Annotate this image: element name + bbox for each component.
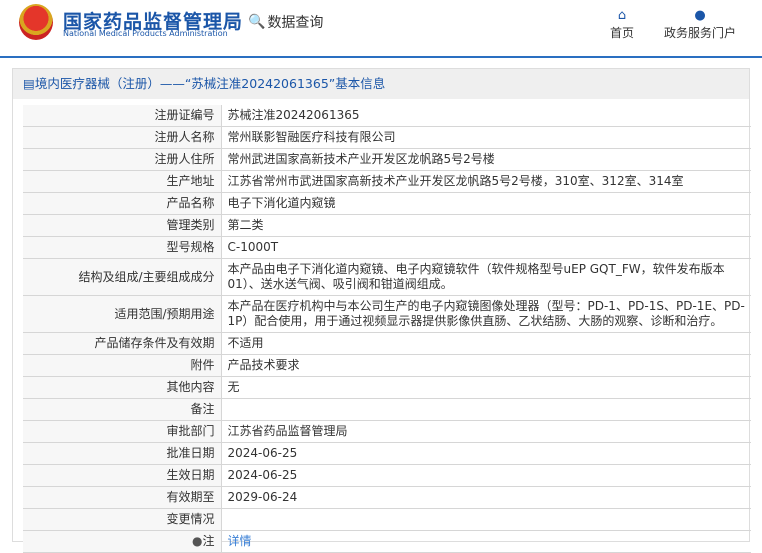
table-row: 适用范围/预期用途 本产品在医疗机构中与本公司生产的电子内窥镜图像处理器（型号：P…	[23, 295, 751, 333]
home-icon: ⌂	[617, 8, 627, 23]
table-row: 有效期至 2029-06-24	[23, 486, 751, 509]
field-label: 适用范围/预期用途	[23, 295, 222, 333]
field-value: C-1000T	[221, 236, 751, 259]
table-row: 批准日期 2024-06-25	[23, 442, 751, 465]
national-emblem-logo	[19, 4, 53, 40]
detail-panel: ▤境内医疗器械（注册）——“苏械注准20242061365”基本信息 注册证编号…	[12, 68, 751, 553]
field-label: 注册证编号	[23, 105, 222, 127]
field-value: 电子下消化道内窥镜	[221, 192, 751, 215]
table-row: 型号规格 C-1000T	[23, 236, 751, 259]
table-row: 生效日期 2024-06-25	[23, 464, 751, 487]
field-label: 产品名称	[23, 192, 222, 215]
table-row: 管理类别 第二类	[23, 214, 751, 237]
field-label: 注册人名称	[23, 126, 222, 149]
field-value: 本产品由电子下消化道内窥镜、电子内窥镜软件（软件规格型号uEP GQT_FW，软…	[221, 258, 751, 296]
table-row: 其他内容无	[23, 376, 751, 399]
table-row: 注册人名称 常州联影智融医疗科技有限公司	[23, 126, 751, 149]
field-value: 产品技术要求	[221, 354, 751, 377]
field-label: 型号规格	[23, 236, 222, 259]
nav-home-label: 首页	[610, 26, 635, 40]
site-header: 国家药品监督管理局 National Medical Products Admi…	[0, 0, 762, 58]
nav-home[interactable]: ⌂ 首页	[610, 8, 634, 41]
field-label: 产品储存条件及有效期	[23, 332, 222, 355]
field-value: 本产品在医疗机构中与本公司生产的电子内窥镜图像处理器（型号：PD-1、PD-1S…	[221, 295, 751, 333]
field-value	[221, 398, 751, 421]
field-value: 江苏省常州市武进国家高新技术产业开发区龙帆路5号2号楼，310室、312室、31…	[221, 170, 751, 193]
nav-service-portal[interactable]: ● 政务服务门户	[664, 8, 736, 41]
field-value: 常州武进国家高新技术产业开发区龙帆路5号2号楼	[221, 148, 751, 171]
table-row: 变更情况	[23, 508, 751, 531]
user-icon: ●	[694, 8, 706, 23]
field-value	[221, 508, 751, 531]
field-value: 不适用	[221, 332, 751, 355]
table-row: 附件 产品技术要求	[23, 354, 751, 377]
field-value: 2029-06-24	[221, 486, 751, 509]
table-row: 产品储存条件及有效期 不适用	[23, 332, 751, 355]
field-label: 生效日期	[23, 464, 222, 487]
details-link[interactable]: 详情	[228, 534, 252, 548]
field-value: 2024-06-25	[221, 442, 751, 465]
pin-icon: ●	[192, 534, 203, 548]
table-row: 产品名称 电子下消化道内窥镜	[23, 192, 751, 215]
table-row: 审批部门 江苏省药品监督管理局	[23, 420, 751, 443]
panel-title: ▤境内医疗器械（注册）——“苏械注准20242061365”基本信息	[13, 69, 749, 99]
search-document-icon: 🔍	[248, 14, 266, 30]
nav-service-label: 政务服务门户	[664, 26, 737, 40]
field-label: 结构及组成/主要组成成分	[23, 258, 222, 296]
field-label: 其他内容	[23, 376, 222, 399]
note-label-text: 注	[202, 534, 215, 548]
field-value: 苏械注准20242061365	[221, 105, 751, 127]
table-row: 注册人住所 常州武进国家高新技术产业开发区龙帆路5号2号楼	[23, 148, 751, 171]
data-query-label: 数据查询	[267, 15, 324, 31]
field-value: 无	[221, 376, 751, 399]
field-label: 管理类别	[23, 214, 222, 237]
panel-title-text: 境内医疗器械（注册）——“苏械注准20242061365”基本信息	[34, 76, 386, 91]
field-label: 变更情况	[23, 508, 222, 531]
info-table: 注册证编号 苏械注准20242061365 注册人名称 常州联影智融医疗科技有限公司注…	[23, 105, 751, 553]
field-label: 备注	[23, 398, 222, 421]
logo-subtitle: National Medical Products Administration	[63, 29, 228, 38]
field-label: 批准日期	[23, 442, 222, 465]
table-row: 生产地址 江苏省常州市武进国家高新技术产业开发区龙帆路5号2号楼，310室、312…	[23, 170, 751, 193]
field-label: 有效期至	[23, 486, 222, 509]
table-row: 注册证编号 苏械注准20242061365	[23, 105, 751, 127]
table-row: 结构及组成/主要组成成分 本产品由电子下消化道内窥镜、电子内窥镜软件（软件规格型号…	[23, 258, 751, 296]
field-value: 江苏省药品监督管理局	[221, 420, 751, 443]
table-row: 备注	[23, 398, 751, 421]
field-value: 第二类	[221, 214, 751, 237]
field-value: 常州联影智融医疗科技有限公司	[221, 126, 751, 149]
document-icon: ▤	[23, 76, 35, 91]
field-label: 审批部门	[23, 420, 222, 443]
data-query-link[interactable]: 🔍 数据查询	[248, 12, 323, 32]
field-label: 附件	[23, 354, 222, 377]
field-label: 注册人住所	[23, 148, 222, 171]
field-value: 2024-06-25	[221, 464, 751, 487]
field-label: 生产地址	[23, 170, 222, 193]
